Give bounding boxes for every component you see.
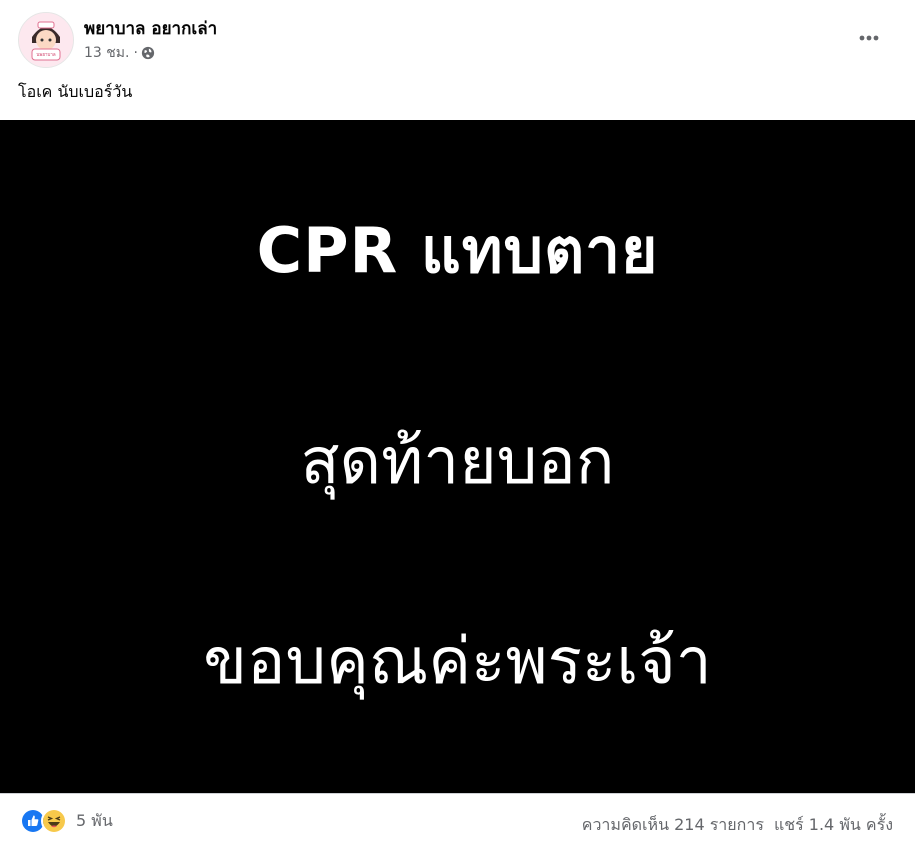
image-text-line-2: สุดท้ายบอก [300, 425, 615, 499]
facebook-post: นพยาบาล พยาบาล อยากเล่า 13 ชม. · โอเค นั… [0, 0, 915, 842]
post-stats: ความคิดเห็น 214 รายการ แชร์ 1.4 พัน ครั้… [582, 813, 893, 838]
avatar-label: นพยาบาล [36, 52, 56, 58]
image-text-line-3: ขอบคุณค่ะพระเจ้า [203, 625, 712, 699]
page-name-link[interactable]: พยาบาล อยากเล่า [84, 15, 217, 42]
comments-count-link[interactable]: ความคิดเห็น 214 รายการ [582, 813, 764, 838]
page-avatar[interactable]: นพยาบาล [18, 12, 74, 68]
post-header: นพยาบาล พยาบาล อยากเล่า 13 ชม. · [0, 0, 915, 72]
post-meta: 13 ชม. · [84, 42, 155, 64]
post-timestamp[interactable]: 13 ชม. [84, 42, 129, 64]
post-caption: โอเค นับเบอร์วัน [18, 82, 133, 101]
haha-icon [41, 808, 67, 834]
meta-separator: · [133, 45, 138, 61]
reactions-summary[interactable]: 5 พัน [20, 808, 113, 834]
reaction-count: 5 พัน [76, 810, 113, 830]
avatar-illustration-icon: นพยาบาล [19, 13, 73, 67]
post-footer: 5 พัน ความคิดเห็น 214 รายการ แชร์ 1.4 พั… [0, 793, 915, 842]
post-image[interactable]: CPR แทบตาย สุดท้ายบอก ขอบคุณค่ะพระเจ้า [0, 120, 915, 793]
shares-count-link[interactable]: แชร์ 1.4 พัน ครั้ง [774, 813, 893, 838]
globe-icon[interactable] [141, 46, 155, 60]
image-text-line-1: CPR แทบตาย [256, 214, 659, 287]
more-options-icon[interactable] [849, 22, 889, 54]
